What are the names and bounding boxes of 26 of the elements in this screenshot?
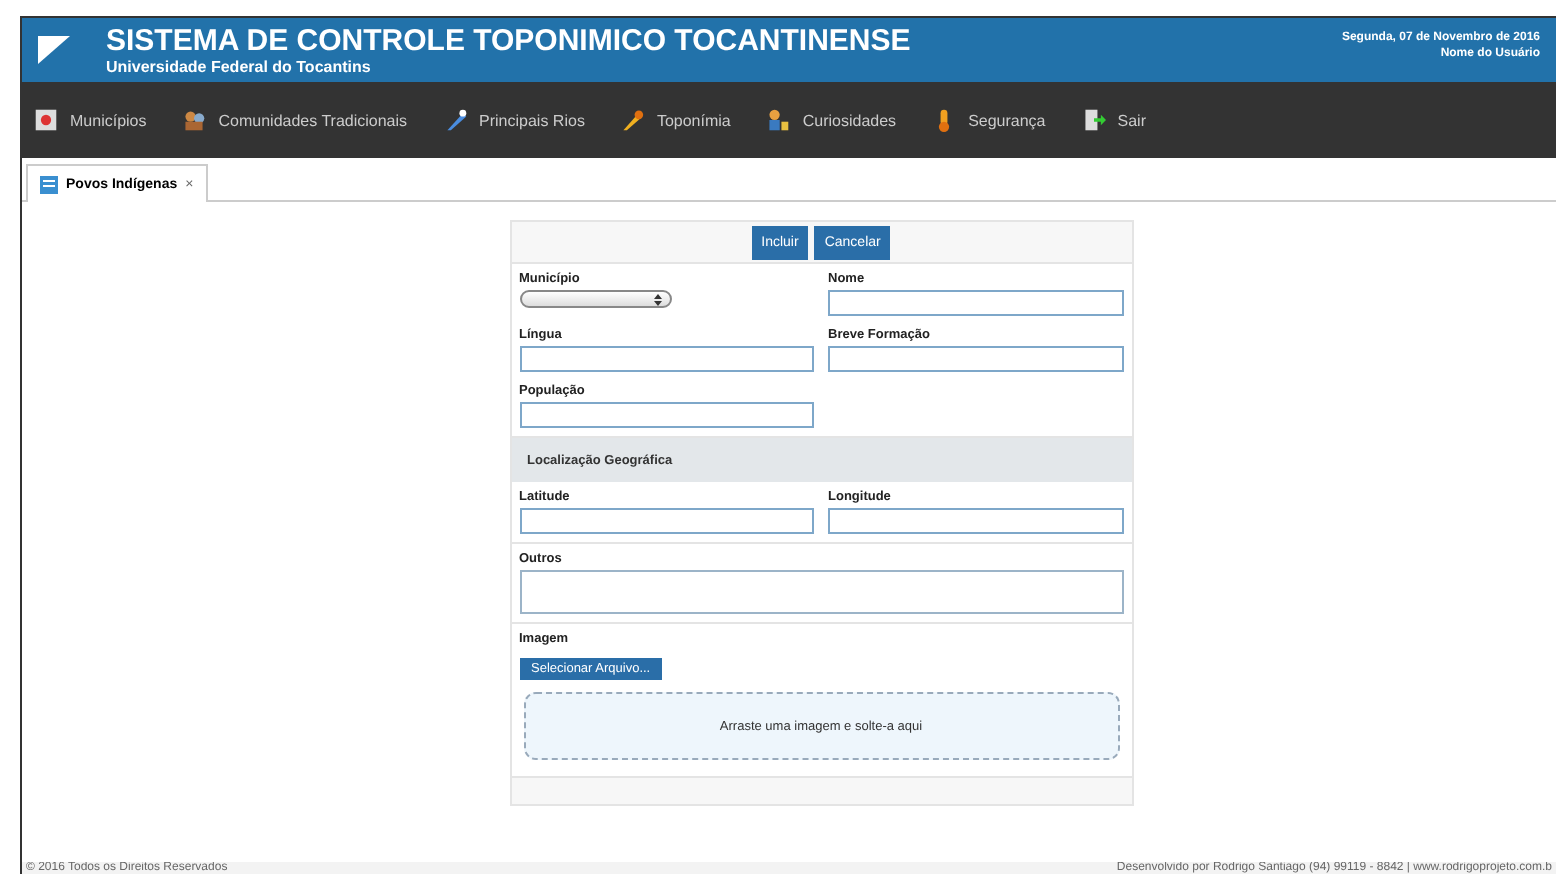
- form-icon: [40, 175, 58, 193]
- exit-icon: [1081, 108, 1106, 132]
- menu-item[interactable]: Principais Rios: [443, 108, 585, 132]
- app-subtitle: Universidade Federal do Tocantins: [106, 58, 373, 76]
- menu-item[interactable]: Segurança: [932, 108, 1046, 132]
- person-icon: [766, 108, 791, 132]
- menu-item[interactable]: Comunidades Tradicionais: [182, 108, 408, 132]
- input-field[interactable]: [519, 508, 814, 534]
- pencil-icon: [443, 108, 468, 132]
- updown-icon: [653, 293, 661, 305]
- input-field[interactable]: [519, 402, 814, 428]
- pushpin-icon: [620, 108, 645, 132]
- logo-icon: [38, 36, 70, 64]
- menu-item[interactable]: Sair: [1081, 108, 1146, 132]
- people-icon: [182, 108, 207, 132]
- map-icon: [34, 108, 58, 132]
- municipio-select[interactable]: [519, 290, 671, 308]
- input-field[interactable]: [519, 346, 814, 372]
- input-field[interactable]: [828, 346, 1123, 372]
- menu-item[interactable]: Curiosidades: [766, 108, 897, 132]
- app-title: SISTEMA DE CONTROLE TOPONIMICO TOCANTINENSE: [106, 24, 913, 58]
- text-area[interactable]: [519, 570, 1123, 614]
- menu-item[interactable]: Toponímia: [620, 108, 731, 132]
- input-field[interactable]: [828, 290, 1123, 316]
- menu-item[interactable]: Municípios: [34, 108, 147, 132]
- input-field[interactable]: [828, 508, 1123, 534]
